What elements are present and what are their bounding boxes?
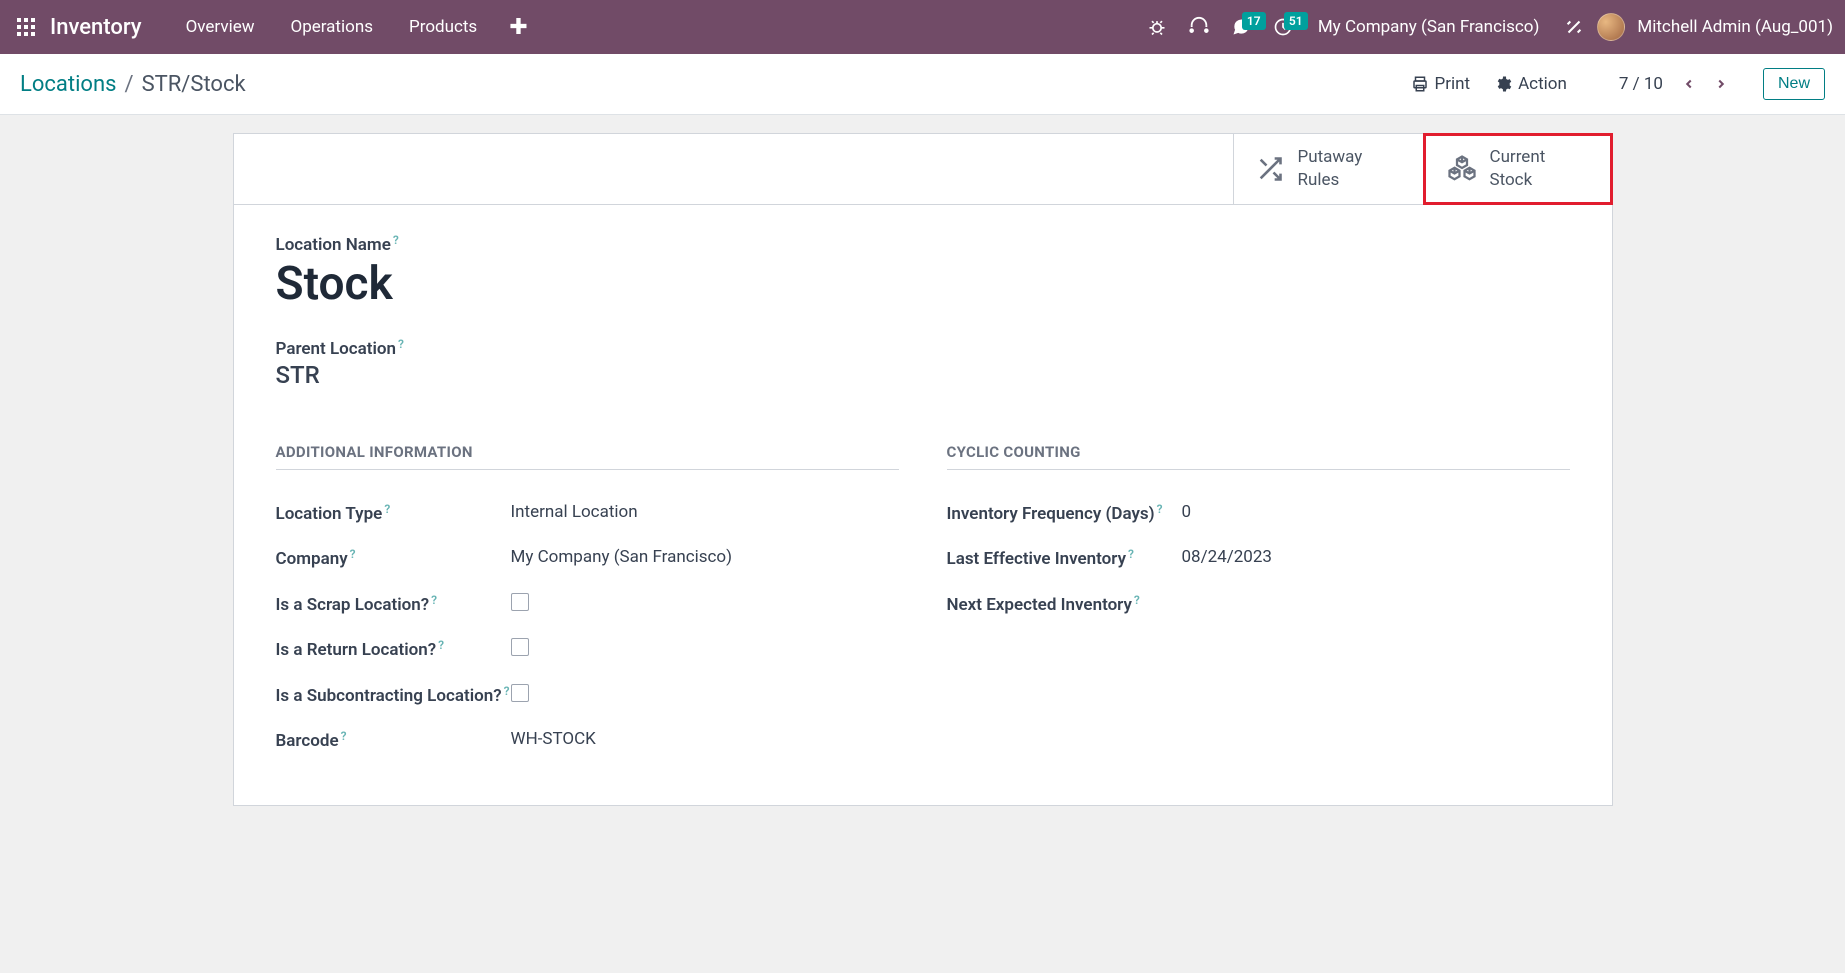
company-switcher[interactable]: My Company (San Francisco) [1306,17,1552,37]
location-type-label: Location Type [276,504,383,524]
help-icon[interactable]: ? [398,337,404,351]
last-eff-label: Last Effective Inventory [947,549,1127,569]
breadcrumb: Locations / STR/Stock [20,72,246,97]
stat-current-stock-label: Current Stock [1490,146,1546,192]
parent-location-value[interactable]: STR [276,361,1570,389]
activities-badge: 51 [1284,12,1308,30]
is-subcon-label: Is a Subcontracting Location? [276,686,502,706]
location-name-value[interactable]: Stock [276,257,1570,311]
action-label: Action [1518,74,1567,94]
help-icon[interactable]: ? [1157,502,1163,516]
is-subcon-checkbox[interactable] [511,684,529,702]
barcode-value[interactable]: WH-STOCK [511,729,899,749]
help-icon[interactable]: ? [350,547,356,561]
stat-putaway-label: Putaway Rules [1298,146,1363,192]
breadcrumb-current: STR/Stock [142,72,246,97]
favorite-add-icon[interactable]: ✚ [497,11,539,44]
stat-button-row: Putaway Rules Current Stock [234,134,1612,205]
boxes-icon [1446,153,1478,185]
row-is-subcon: Is a Subcontracting Location?? [276,674,899,720]
printer-icon [1411,75,1429,93]
inv-freq-label: Inventory Frequency (Days) [947,504,1155,524]
help-icon[interactable]: ? [393,233,399,247]
action-button[interactable]: Action [1486,70,1575,98]
pager-text[interactable]: 7 / 10 [1611,74,1671,94]
location-name-label: Location Name [276,235,391,255]
help-icon[interactable]: ? [438,638,444,652]
help-icon[interactable]: ? [1128,547,1134,561]
debug-icon[interactable] [1140,10,1174,44]
form-body: Location Name? Stock Parent Location? ST… [234,205,1612,805]
messages-badge: 17 [1242,12,1266,30]
topbar: Inventory Overview Operations Products ✚… [0,0,1845,54]
parent-location-block: Parent Location? STR [276,339,1570,389]
pager: 7 / 10 [1611,70,1735,98]
parent-location-label: Parent Location [276,339,397,359]
stat-putaway-rules[interactable]: Putaway Rules [1233,134,1423,204]
tools-icon[interactable] [1557,10,1591,44]
app-brand[interactable]: Inventory [50,15,142,40]
activities-icon[interactable]: 51 [1266,10,1300,44]
form-sheet: Putaway Rules Current Stock Location Nam… [233,133,1613,806]
chevron-left-icon [1682,76,1696,92]
help-icon[interactable]: ? [1134,593,1140,607]
breadcrumb-parent[interactable]: Locations [20,72,116,97]
is-return-checkbox[interactable] [511,638,529,656]
help-icon[interactable]: ? [431,593,437,607]
nav-products[interactable]: Products [393,11,493,43]
row-next-exp: Next Expected Inventory? [947,583,1570,629]
col-additional: ADDITIONAL INFORMATION Location Type? In… [276,443,899,765]
row-is-scrap: Is a Scrap Location?? [276,583,899,629]
row-location-type: Location Type? Internal Location [276,492,899,538]
is-scrap-label: Is a Scrap Location? [276,595,430,615]
row-company: Company? My Company (San Francisco) [276,537,899,583]
is-scrap-checkbox[interactable] [511,593,529,611]
col-cyclic: CYCLIC COUNTING Inventory Frequency (Day… [947,443,1570,765]
stat-current-stock[interactable]: Current Stock [1423,133,1613,205]
new-button[interactable]: New [1763,68,1825,100]
shuffle-icon [1254,153,1286,185]
help-icon[interactable]: ? [384,502,390,516]
pager-prev[interactable] [1675,70,1703,98]
inv-freq-value[interactable]: 0 [1182,502,1570,522]
content-area: Putaway Rules Current Stock Location Nam… [0,115,1845,824]
username[interactable]: Mitchell Admin (Aug_001) [1637,17,1833,37]
next-exp-label: Next Expected Inventory [947,595,1132,615]
control-panel: Locations / STR/Stock Print Action 7 / 1… [0,54,1845,115]
print-button[interactable]: Print [1403,70,1479,98]
company-value[interactable]: My Company (San Francisco) [511,547,899,567]
section-cyclic-title: CYCLIC COUNTING [947,443,1570,470]
is-return-label: Is a Return Location? [276,640,437,660]
row-last-eff: Last Effective Inventory? 08/24/2023 [947,537,1570,583]
chevron-right-icon [1714,76,1728,92]
support-icon[interactable] [1182,10,1216,44]
pager-next[interactable] [1707,70,1735,98]
barcode-label: Barcode [276,731,339,751]
row-barcode: Barcode? WH-STOCK [276,719,899,765]
breadcrumb-separator: / [124,72,133,97]
nav-operations[interactable]: Operations [275,11,390,43]
gear-icon [1494,75,1512,93]
row-is-return: Is a Return Location?? [276,628,899,674]
row-inv-freq: Inventory Frequency (Days)? 0 [947,492,1570,538]
help-icon[interactable]: ? [341,729,347,743]
nav-overview[interactable]: Overview [170,11,271,43]
location-name-block: Location Name? Stock [276,235,1570,311]
company-label: Company [276,549,348,569]
print-label: Print [1435,74,1471,94]
location-type-value[interactable]: Internal Location [511,502,899,522]
apps-grid-icon[interactable] [12,13,40,41]
messages-icon[interactable]: 17 [1224,10,1258,44]
section-additional-title: ADDITIONAL INFORMATION [276,443,899,470]
last-eff-value[interactable]: 08/24/2023 [1182,547,1570,567]
help-icon[interactable]: ? [504,684,510,698]
avatar[interactable] [1597,13,1625,41]
